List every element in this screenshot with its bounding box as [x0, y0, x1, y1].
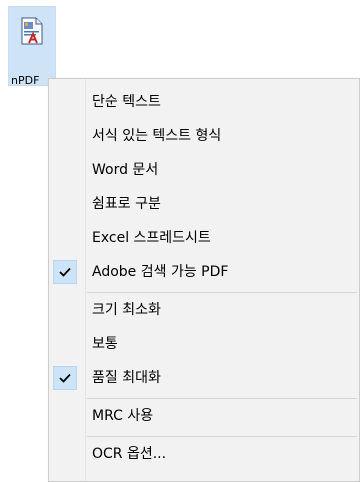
menu-item-label: Excel 스프레드시트 — [92, 230, 211, 246]
menu-item-ocr-options[interactable]: OCR 옵션... — [50, 437, 358, 471]
checkmark-icon — [53, 260, 77, 284]
menu-item-minimize-size[interactable]: 크기 최소화 — [50, 293, 358, 327]
menu-item-excel-spreadsheet[interactable]: Excel 스프레드시트 — [50, 221, 358, 255]
menu-item-label: 보통 — [92, 336, 118, 352]
pdf-file-icon — [21, 17, 43, 45]
menu-item-maximize-quality[interactable]: 품질 최대화 — [50, 361, 358, 395]
menu-item-rich-text-format[interactable]: 서식 있는 텍스트 형식 — [50, 119, 358, 153]
menu-item-comma-separated[interactable]: 쉼표로 구분 — [50, 187, 358, 221]
menu-item-label: 품질 최대화 — [92, 370, 161, 386]
menu-item-label: 단순 텍스트 — [92, 94, 161, 110]
menu-item-label: 쉼표로 구분 — [92, 196, 161, 212]
menu-item-use-mrc[interactable]: MRC 사용 — [50, 399, 358, 433]
menu-item-adobe-searchable-pdf[interactable]: Adobe 검색 가능 PDF — [50, 255, 358, 289]
menu-item-label: 크기 최소화 — [92, 302, 161, 318]
menu-item-label: OCR 옵션... — [92, 446, 167, 462]
menu-item-word-document[interactable]: Word 문서 — [50, 153, 358, 187]
menu-item-normal[interactable]: 보통 — [50, 327, 358, 361]
menu-item-label: Word 문서 — [92, 162, 159, 178]
context-menu: 단순 텍스트 서식 있는 텍스트 형식 Word 문서 쉼표로 구분 Excel… — [48, 78, 360, 482]
menu-item-plain-text[interactable]: 단순 텍스트 — [50, 85, 358, 119]
checkmark-icon — [53, 366, 77, 390]
menu-item-label: 서식 있는 텍스트 형식 — [92, 128, 222, 144]
desktop-file-icon[interactable]: nPDF — [8, 6, 56, 87]
menu-item-label: Adobe 검색 가능 PDF — [92, 264, 229, 280]
menu-item-label: MRC 사용 — [92, 408, 154, 424]
